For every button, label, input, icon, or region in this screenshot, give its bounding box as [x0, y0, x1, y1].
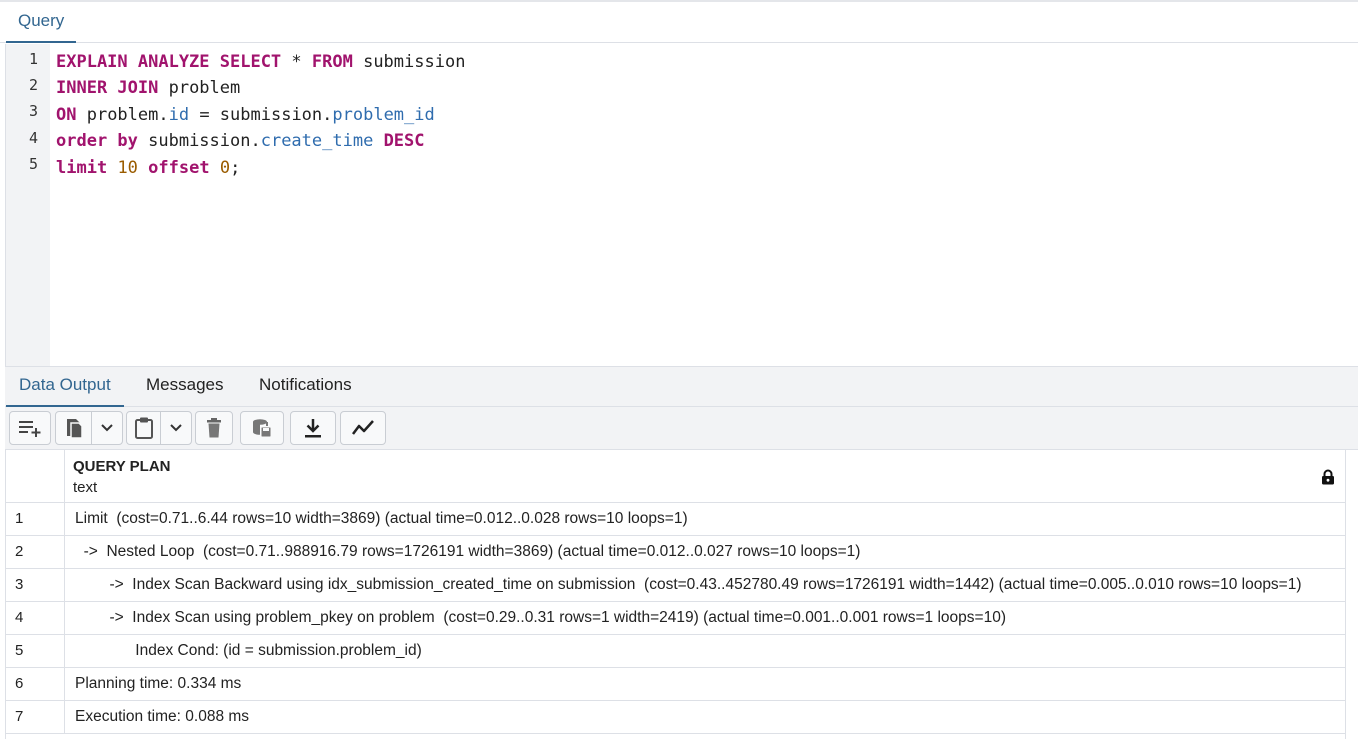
delete-icon: [206, 418, 222, 438]
download-button[interactable]: [290, 411, 336, 445]
table-row[interactable]: 5 Index Cond: (id = submission.problem_i…: [6, 635, 1345, 668]
lock-icon: [1321, 469, 1335, 490]
code-line: EXPLAIN ANALYZE SELECT * FROM submission: [56, 52, 465, 72]
keyword: order by: [56, 131, 138, 151]
column-name[interactable]: QUERY PLAN: [73, 458, 171, 475]
table-row[interactable]: 7 Execution time: 0.088 ms: [6, 701, 1345, 734]
keyword: offset: [148, 158, 210, 178]
plan-cell[interactable]: -> Index Scan using problem_pkey on prob…: [65, 602, 1345, 634]
keyword: EXPLAIN ANALYZE SELECT: [56, 52, 282, 72]
code-line: ON problem.id = submission.problem_id: [56, 105, 435, 125]
plan-cell[interactable]: Limit (cost=0.71..6.44 rows=10 width=386…: [65, 503, 1345, 535]
number-literal: 0: [219, 158, 231, 178]
delete-button[interactable]: [195, 411, 233, 445]
row-number[interactable]: 5: [6, 635, 65, 667]
graph-visualiser-button[interactable]: [340, 411, 386, 445]
code-text: ;: [230, 158, 241, 178]
download-icon: [303, 417, 323, 439]
code-line: order by submission.create_time DESC: [56, 131, 425, 151]
line-number: 4: [28, 129, 38, 147]
line-number: 3: [28, 102, 38, 120]
row-number[interactable]: 2: [6, 536, 65, 568]
save-data-button[interactable]: [240, 411, 284, 445]
column-type: text: [73, 479, 98, 496]
copy-icon[interactable]: [56, 416, 91, 440]
data-toolbar: [5, 407, 1358, 450]
grid-header: QUERY PLAN text: [6, 450, 1345, 503]
line-number: 5: [28, 155, 38, 173]
code-text: problem.: [76, 105, 169, 125]
paste-button-group[interactable]: [126, 411, 192, 445]
plan-cell[interactable]: -> Nested Loop (cost=0.71..988916.79 row…: [65, 536, 1345, 568]
table-row[interactable]: 6 Planning time: 0.334 ms: [6, 668, 1345, 701]
code-line: limit 10 offset 0;: [56, 158, 240, 178]
save-data-icon: [251, 417, 273, 439]
number-literal: 10: [117, 158, 138, 178]
code-line: INNER JOIN problem: [56, 78, 240, 98]
sql-editor[interactable]: 1 2 3 4 5 EXPLAIN ANALYZE SELECT * FROM …: [5, 44, 1358, 366]
table-row[interactable]: 2 -> Nested Loop (cost=0.71..988916.79 r…: [6, 536, 1345, 569]
add-row-icon: [16, 418, 44, 438]
keyword: INNER JOIN: [56, 78, 159, 98]
result-tabbar: Data Output Messages Notifications: [5, 366, 1358, 407]
plan-cell[interactable]: -> Index Scan Backward using idx_submiss…: [65, 569, 1345, 601]
column-name: create_time: [260, 131, 374, 151]
line-number: 1: [28, 50, 38, 68]
line-number: 2: [28, 76, 38, 94]
keyword: DESC: [383, 131, 425, 151]
keyword: FROM: [311, 52, 353, 72]
table-row[interactable]: 4 -> Index Scan using problem_pkey on pr…: [6, 602, 1345, 635]
tab-notifications[interactable]: Notifications: [246, 367, 365, 407]
tab-data-output[interactable]: Data Output: [6, 367, 124, 407]
table-row[interactable]: 1 Limit (cost=0.71..6.44 rows=10 width=3…: [6, 503, 1345, 536]
column-name: problem_id: [332, 105, 435, 125]
keyword: ON: [56, 105, 77, 125]
row-number[interactable]: 6: [6, 668, 65, 700]
query-tabbar: Query: [0, 0, 1358, 43]
chevron-down-icon[interactable]: [161, 423, 191, 433]
row-number[interactable]: 4: [6, 602, 65, 634]
add-row-button[interactable]: [9, 411, 51, 445]
code-text: submission.: [137, 131, 261, 151]
column-name: id: [168, 105, 190, 125]
row-number[interactable]: 3: [6, 569, 65, 601]
graph-icon: [351, 419, 375, 437]
plan-cell[interactable]: Planning time: 0.334 ms: [65, 668, 1345, 700]
chevron-down-icon[interactable]: [92, 423, 122, 433]
code-text: problem: [158, 78, 241, 98]
code-text: = submission.: [189, 105, 333, 125]
paste-icon[interactable]: [127, 416, 160, 440]
line-number-gutter: 1 2 3 4 5: [6, 44, 50, 366]
plan-cell[interactable]: Execution time: 0.088 ms: [65, 701, 1345, 733]
tab-messages[interactable]: Messages: [133, 367, 236, 407]
code-text: submission: [352, 52, 466, 72]
table-row[interactable]: 3 -> Index Scan Backward using idx_submi…: [6, 569, 1345, 602]
copy-button-group[interactable]: [55, 411, 123, 445]
row-number[interactable]: 7: [6, 701, 65, 733]
data-output-grid: QUERY PLAN text 1 Limit (cost=0.71..6.44…: [5, 450, 1346, 739]
tab-query[interactable]: Query: [6, 2, 77, 43]
plan-cell[interactable]: Index Cond: (id = submission.problem_id): [65, 635, 1345, 667]
keyword: limit: [56, 158, 108, 178]
code-area[interactable]: EXPLAIN ANALYZE SELECT * FROM submission…: [56, 44, 1358, 366]
row-number-header[interactable]: [6, 450, 65, 502]
row-number[interactable]: 1: [6, 503, 65, 535]
code-text: *: [281, 52, 312, 72]
